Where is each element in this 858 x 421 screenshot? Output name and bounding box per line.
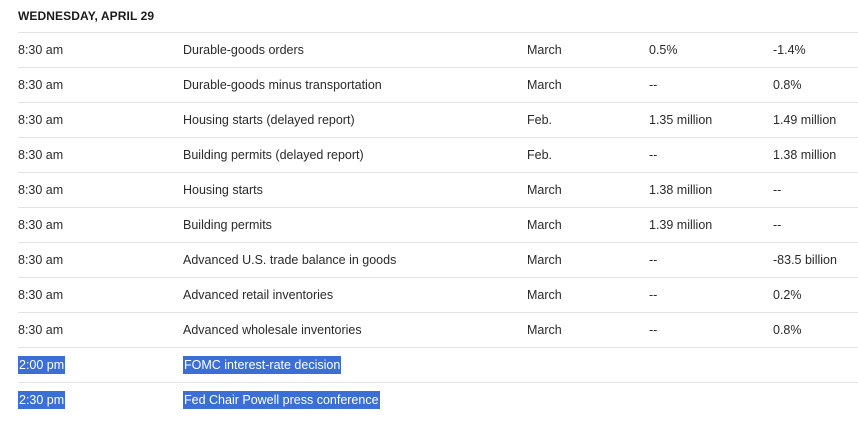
table-row: 8:30 am Durable-goods minus transportati…	[18, 67, 858, 102]
time-cell: 2:30 pm	[18, 383, 66, 417]
table-row: 8:30 am Housing starts March 1.38 millio…	[18, 172, 858, 207]
time-cell: 8:30 am	[18, 288, 64, 302]
time-cell: 2:00 pm	[18, 348, 66, 382]
period-cell: Feb.	[527, 148, 553, 162]
calendar-table: 8:30 am Durable-goods orders March 0.5% …	[18, 32, 858, 417]
previous-cell: 0.8%	[773, 78, 802, 92]
period-cell: March	[527, 78, 562, 92]
report-cell: Fed Chair Powell press conference	[183, 383, 380, 417]
forecast-cell: --	[649, 323, 658, 337]
time-cell: 8:30 am	[18, 43, 64, 57]
previous-cell: -1.4%	[773, 43, 806, 57]
economic-calendar: WEDNESDAY, APRIL 29 8:30 am Durable-good…	[0, 0, 858, 421]
day-heading: WEDNESDAY, APRIL 29	[18, 9, 155, 23]
period-cell: March	[527, 43, 562, 57]
report-cell: Advanced U.S. trade balance in goods	[183, 253, 397, 267]
selected-text: Fed Chair Powell press conference	[183, 391, 380, 409]
time-cell: 8:30 am	[18, 183, 64, 197]
previous-cell: 1.49 million	[773, 113, 837, 127]
report-cell: Advanced retail inventories	[183, 288, 334, 302]
period-cell: March	[527, 218, 562, 232]
report-cell: Advanced wholesale inventories	[183, 323, 362, 337]
period-cell: Feb.	[527, 113, 553, 127]
forecast-cell: 1.35 million	[649, 113, 713, 127]
forecast-cell: --	[649, 253, 658, 267]
table-row: 8:30 am Housing starts (delayed report) …	[18, 102, 858, 137]
time-cell: 8:30 am	[18, 148, 64, 162]
table-row: 8:30 am Advanced U.S. trade balance in g…	[18, 242, 858, 277]
table-row: 8:30 am Durable-goods orders March 0.5% …	[18, 32, 858, 67]
time-cell: 8:30 am	[18, 113, 64, 127]
selected-text: FOMC interest-rate decision	[183, 356, 342, 374]
report-cell: Durable-goods minus transportation	[183, 78, 382, 92]
forecast-cell: --	[649, 148, 658, 162]
selected-text: 2:00 pm	[18, 356, 66, 374]
table-row-selected: 2:00 pm FOMC interest-rate decision	[18, 347, 858, 382]
report-cell: Durable-goods orders	[183, 43, 304, 57]
time-cell: 8:30 am	[18, 323, 64, 337]
forecast-cell: --	[649, 288, 658, 302]
previous-cell: 1.38 million	[773, 148, 837, 162]
period-cell: March	[527, 183, 562, 197]
previous-cell: -83.5 billion	[773, 253, 837, 267]
forecast-cell: --	[649, 78, 658, 92]
report-cell: Housing starts (delayed report)	[183, 113, 355, 127]
previous-cell: --	[773, 218, 782, 232]
report-cell: Housing starts	[183, 183, 263, 197]
previous-cell: 0.8%	[773, 323, 802, 337]
table-row: 8:30 am Advanced wholesale inventories M…	[18, 312, 858, 347]
time-cell: 8:30 am	[18, 78, 64, 92]
period-cell: March	[527, 288, 562, 302]
report-cell: FOMC interest-rate decision	[183, 348, 342, 382]
report-cell: Building permits (delayed report)	[183, 148, 364, 162]
table-row-selected: 2:30 pm Fed Chair Powell press conferenc…	[18, 382, 858, 417]
report-cell: Building permits	[183, 218, 272, 232]
forecast-cell: 1.39 million	[649, 218, 713, 232]
period-cell: March	[527, 253, 562, 267]
selected-text: 2:30 pm	[18, 391, 66, 409]
previous-cell: --	[773, 183, 782, 197]
table-row: 8:30 am Building permits (delayed report…	[18, 137, 858, 172]
time-cell: 8:30 am	[18, 218, 64, 232]
table-row: 8:30 am Advanced retail inventories Marc…	[18, 277, 858, 312]
table-row: 8:30 am Building permits March 1.39 mill…	[18, 207, 858, 242]
period-cell: March	[527, 323, 562, 337]
forecast-cell: 1.38 million	[649, 183, 713, 197]
time-cell: 8:30 am	[18, 253, 64, 267]
forecast-cell: 0.5%	[649, 43, 678, 57]
previous-cell: 0.2%	[773, 288, 802, 302]
